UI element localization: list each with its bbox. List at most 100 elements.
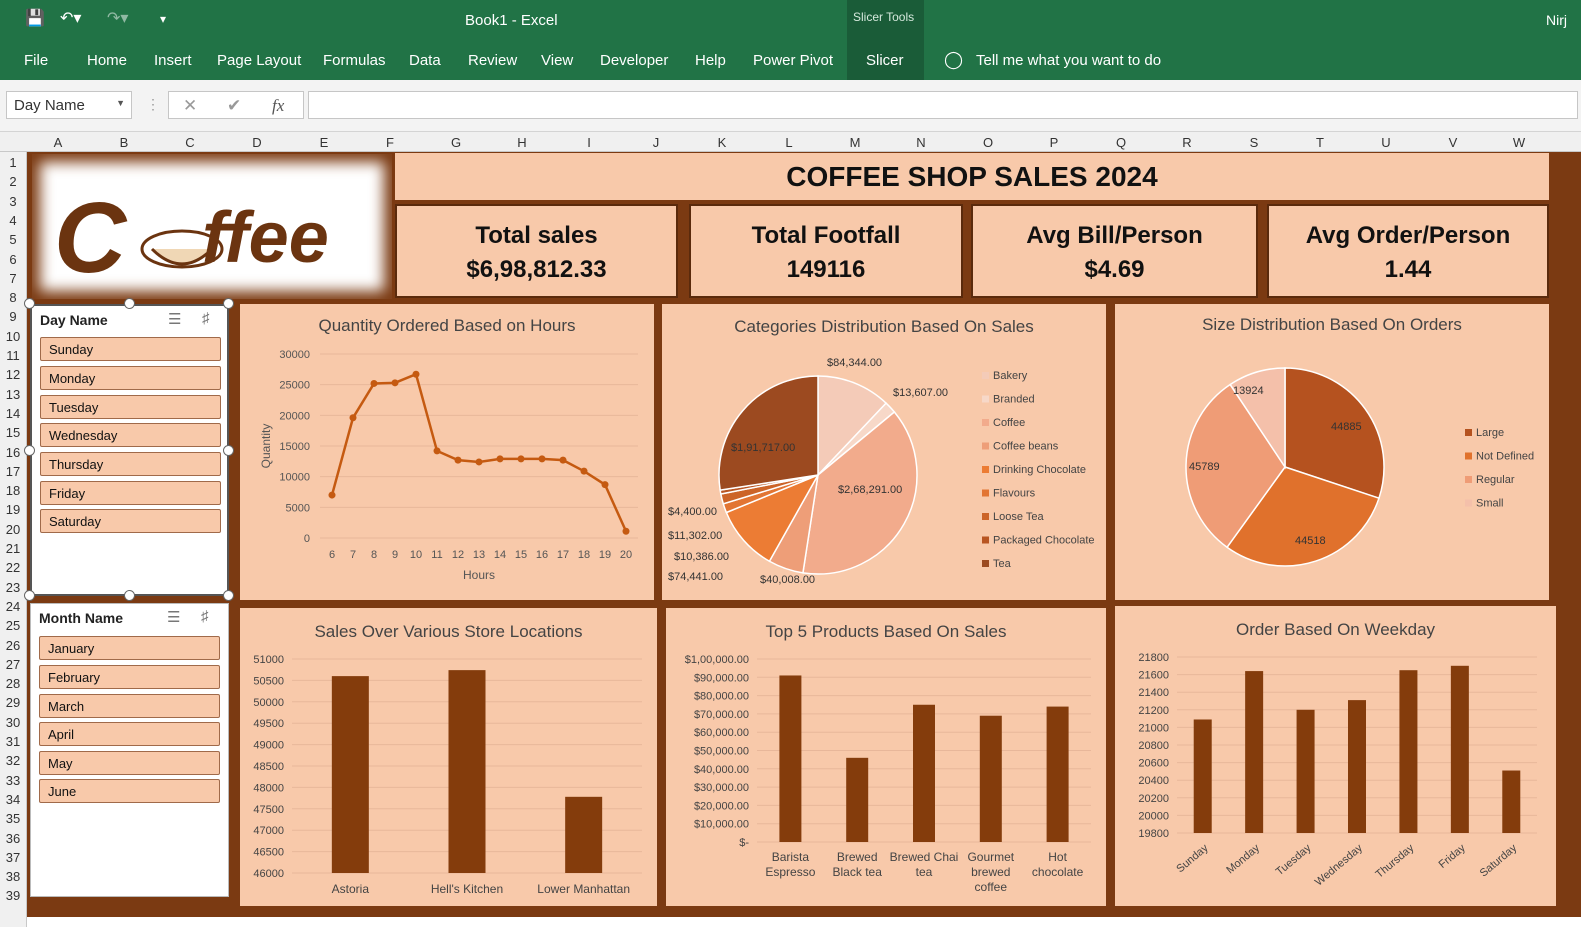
row-header[interactable]: 8 <box>0 290 26 305</box>
chart-top-products[interactable]: Top 5 Products Based On Sales $- $10,000.… <box>666 608 1106 906</box>
row-header[interactable]: 21 <box>0 541 26 556</box>
tell-me-search[interactable]: Tell me what you want to do <box>976 52 1161 69</box>
resize-handle[interactable] <box>124 298 135 309</box>
row-header[interactable]: 31 <box>0 734 26 749</box>
tab-file[interactable]: File <box>24 52 48 69</box>
slicer-item-april[interactable]: April <box>39 722 220 746</box>
row-header[interactable]: 18 <box>0 483 26 498</box>
slicer-item-tuesday[interactable]: Tuesday <box>40 395 221 419</box>
slicer-item-saturday[interactable]: Saturday <box>40 509 221 533</box>
tab-review[interactable]: Review <box>468 52 517 69</box>
column-header[interactable]: R <box>1179 135 1195 150</box>
tab-formulas[interactable]: Formulas <box>323 52 386 69</box>
column-header[interactable]: E <box>316 135 332 150</box>
row-header[interactable]: 3 <box>0 194 26 209</box>
row-header[interactable]: 15 <box>0 425 26 440</box>
column-header[interactable]: W <box>1511 135 1527 150</box>
row-header[interactable]: 32 <box>0 753 26 768</box>
column-header[interactable]: C <box>182 135 198 150</box>
row-header[interactable]: 35 <box>0 811 26 826</box>
column-header[interactable]: F <box>382 135 398 150</box>
chart-weekday[interactable]: Order Based On Weekday 19800 20000 20200 20… <box>1115 606 1556 906</box>
row-header[interactable]: 9 <box>0 309 26 324</box>
clear-filter-icon[interactable]: ♯ <box>202 310 210 327</box>
row-header[interactable]: 29 <box>0 695 26 710</box>
row-header[interactable]: 36 <box>0 831 26 846</box>
row-header[interactable]: 33 <box>0 773 26 788</box>
row-header[interactable]: 14 <box>0 406 26 421</box>
row-header[interactable]: 28 <box>0 676 26 691</box>
slicer-month-name[interactable]: Month Name ☰ ♯ January February March Ap… <box>30 603 229 897</box>
column-header[interactable]: U <box>1378 135 1394 150</box>
row-header[interactable]: 34 <box>0 792 26 807</box>
row-header[interactable]: 4 <box>0 213 26 228</box>
row-header[interactable]: 23 <box>0 580 26 595</box>
multi-select-icon[interactable]: ☰ <box>168 310 181 328</box>
tab-slicer[interactable]: Slicer <box>866 52 904 69</box>
tab-developer[interactable]: Developer <box>600 52 668 69</box>
undo-icon[interactable]: ↶▾ <box>60 8 81 28</box>
chart-categories[interactable]: Categories Distribution Based On Sales $… <box>662 304 1106 600</box>
column-header[interactable]: L <box>781 135 797 150</box>
row-header[interactable]: 37 <box>0 850 26 865</box>
column-header[interactable]: V <box>1445 135 1461 150</box>
slicer-item-march[interactable]: March <box>39 694 220 718</box>
slicer-item-wednesday[interactable]: Wednesday <box>40 423 221 447</box>
slicer-item-june[interactable]: June <box>39 779 220 803</box>
column-header[interactable]: D <box>249 135 265 150</box>
resize-handle[interactable] <box>223 298 234 309</box>
cancel-icon[interactable]: ✕ <box>183 96 197 116</box>
tab-data[interactable]: Data <box>409 52 441 69</box>
row-header[interactable]: 7 <box>0 271 26 286</box>
chart-hours[interactable]: Quantity Ordered Based on Hours 0 5000 100… <box>240 304 654 600</box>
column-header[interactable]: A <box>50 135 66 150</box>
row-header[interactable]: 6 <box>0 252 26 267</box>
slicer-item-monday[interactable]: Monday <box>40 366 221 390</box>
column-header[interactable]: T <box>1312 135 1328 150</box>
tab-help[interactable]: Help <box>695 52 726 69</box>
row-header[interactable]: 13 <box>0 387 26 402</box>
slicer-item-friday[interactable]: Friday <box>40 481 221 505</box>
resize-handle[interactable] <box>24 445 35 456</box>
slicer-item-may[interactable]: May <box>39 751 220 775</box>
column-header[interactable]: I <box>581 135 597 150</box>
row-header[interactable]: 17 <box>0 464 26 479</box>
column-header[interactable]: K <box>714 135 730 150</box>
column-header[interactable]: Q <box>1113 135 1129 150</box>
row-header[interactable]: 22 <box>0 560 26 575</box>
row-header[interactable]: 38 <box>0 869 26 884</box>
redo-icon[interactable]: ↷▾ <box>107 8 128 28</box>
row-header[interactable]: 20 <box>0 522 26 537</box>
tab-home[interactable]: Home <box>87 52 127 69</box>
row-header[interactable]: 16 <box>0 445 26 460</box>
row-header[interactable]: 2 <box>0 174 26 189</box>
row-header[interactable]: 19 <box>0 502 26 517</box>
multi-select-icon[interactable]: ☰ <box>167 608 180 626</box>
column-header[interactable]: N <box>913 135 929 150</box>
resize-handle[interactable] <box>223 590 234 601</box>
chart-size[interactable]: Size Distribution Based On Orders 44885 4… <box>1115 304 1549 600</box>
column-header[interactable]: J <box>648 135 664 150</box>
row-header[interactable]: 25 <box>0 618 26 633</box>
row-header[interactable]: 39 <box>0 888 26 903</box>
resize-handle[interactable] <box>223 445 234 456</box>
resize-handle[interactable] <box>24 298 35 309</box>
save-icon[interactable]: 💾 <box>25 8 45 28</box>
slicer-day-name[interactable]: Day Name ☰ ♯ Sunday Monday Tuesday Wedne… <box>30 304 229 596</box>
tab-page-layout[interactable]: Page Layout <box>217 52 301 69</box>
slicer-item-sunday[interactable]: Sunday <box>40 337 221 361</box>
column-header[interactable]: S <box>1246 135 1262 150</box>
row-header[interactable]: 27 <box>0 657 26 672</box>
user-name[interactable]: Nirj <box>1546 12 1567 28</box>
chart-stores[interactable]: Sales Over Various Store Locations 46000… <box>240 608 657 906</box>
tab-view[interactable]: View <box>541 52 573 69</box>
tab-power-pivot[interactable]: Power Pivot <box>753 52 833 69</box>
column-header[interactable]: B <box>116 135 132 150</box>
slicer-item-thursday[interactable]: Thursday <box>40 452 221 476</box>
row-header[interactable]: 12 <box>0 367 26 382</box>
column-header[interactable]: M <box>847 135 863 150</box>
row-header[interactable]: 5 <box>0 232 26 247</box>
name-box[interactable]: Day Name ▼ <box>6 91 132 119</box>
row-header[interactable]: 30 <box>0 715 26 730</box>
column-header[interactable]: H <box>514 135 530 150</box>
